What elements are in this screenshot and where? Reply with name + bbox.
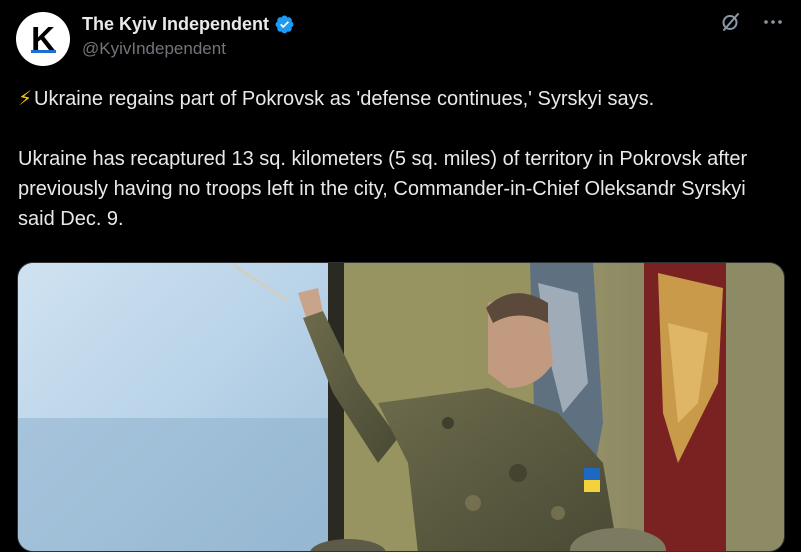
display-name-row: The Kyiv Independent bbox=[82, 12, 295, 36]
avatar-underline bbox=[31, 50, 56, 53]
tweet-media-photo[interactable] bbox=[17, 262, 785, 552]
photo-illustration bbox=[18, 263, 784, 551]
tweet-header: K The Kyiv Independent @KyivIndependent bbox=[16, 8, 785, 66]
display-name[interactable]: The Kyiv Independent bbox=[82, 14, 269, 35]
top-actions bbox=[719, 10, 785, 34]
tweet-headline: ⚡ Ukraine regains part of Pokrovsk as 'de… bbox=[18, 84, 783, 114]
tweet-body: Ukraine has recaptured 13 sq. kilometers… bbox=[18, 148, 748, 230]
tweet-text: ⚡ Ukraine regains part of Pokrovsk as 'de… bbox=[18, 84, 783, 234]
verified-badge-icon bbox=[275, 15, 294, 33]
headline-text: Ukraine regains part of Pokrovsk as 'def… bbox=[34, 88, 655, 110]
author-block: The Kyiv Independent @KyivIndependent bbox=[82, 12, 295, 59]
avatar[interactable]: K bbox=[16, 12, 70, 66]
handle[interactable]: @KyivIndependent bbox=[82, 39, 295, 59]
lightning-bolt-icon: ⚡ bbox=[18, 88, 33, 110]
grok-icon[interactable] bbox=[719, 10, 743, 34]
more-icon[interactable] bbox=[761, 10, 785, 34]
